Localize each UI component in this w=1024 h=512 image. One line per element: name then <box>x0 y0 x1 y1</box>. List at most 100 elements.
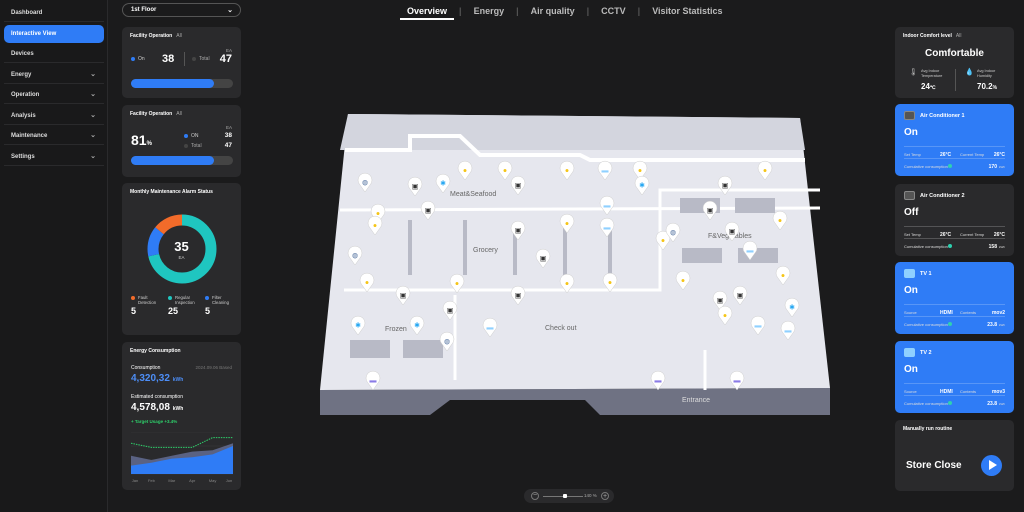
x-tick-label: May <box>209 478 217 483</box>
svg-text:✱: ✱ <box>639 182 645 190</box>
svg-text:▣: ▣ <box>717 298 724 305</box>
sidebar-item-devices[interactable]: Devices <box>4 45 104 63</box>
device-state: On <box>904 364 918 375</box>
filter-all[interactable]: All <box>956 33 962 39</box>
sidebar-item-operation[interactable]: Operation ⌄ <box>4 86 104 104</box>
svg-text:●: ● <box>781 273 785 280</box>
air-conditioner-icon <box>904 191 915 200</box>
floor-select[interactable]: 1st Floor ⌄ <box>122 3 241 17</box>
run-routine-button[interactable] <box>981 455 1002 476</box>
svg-text:◍: ◍ <box>362 180 368 187</box>
top-tabs: Overview | Energy | Air quality | CCTV | Vis… <box>400 6 740 20</box>
sidebar-item-analysis[interactable]: Analysis ⌄ <box>4 107 104 125</box>
tv-icon <box>904 348 915 357</box>
svg-text:✱: ✱ <box>355 322 361 330</box>
tab-overview[interactable]: Overview <box>400 6 455 20</box>
svg-text:●: ● <box>763 168 767 175</box>
svg-text:▣: ▣ <box>412 184 419 191</box>
zoom-in-button[interactable]: + <box>601 492 609 500</box>
progress-bar <box>131 79 233 88</box>
humidity-icon: 💧 <box>965 69 974 76</box>
svg-text:▣: ▣ <box>729 229 736 236</box>
svg-text:✱: ✱ <box>440 180 446 188</box>
svg-text:▣: ▣ <box>540 256 547 263</box>
zoom-control: − 140 % + <box>524 489 614 503</box>
facility-operation-percent-card: Facility Operation All EA 81% ON 38 Total… <box>122 105 241 177</box>
x-tick-label: Feb <box>148 478 156 483</box>
zone-checkout: Check out <box>545 325 577 332</box>
alarm-total: 35 <box>174 239 189 254</box>
zoom-slider[interactable] <box>543 493 583 498</box>
sidebar-item-interactive-view[interactable]: Interactive View <box>4 25 104 43</box>
alarm-value: 25 <box>168 306 179 316</box>
device-card-air-conditioner-2[interactable]: Air Conditioner 2 Off Set Temp 26°C Curren… <box>895 184 1014 256</box>
routine-name: Store Close <box>906 460 962 471</box>
zoom-out-button[interactable]: − <box>531 492 539 500</box>
device-card-tv-2[interactable]: TV 2 On Source HDMI Contents mov3 Cumulativ… <box>895 341 1014 413</box>
svg-text:✱: ✱ <box>789 304 795 312</box>
energy-area-chart: Jan Feb Mar Apr May Jun <box>131 432 233 483</box>
play-icon <box>989 460 997 470</box>
tab-air-quality[interactable]: Air quality <box>524 6 582 20</box>
device-state: On <box>904 127 918 138</box>
svg-text:●: ● <box>455 281 459 288</box>
sidebar-item-settings[interactable]: Settings ⌄ <box>4 148 104 166</box>
facility-operation-card: Facility Operation All EA On 38 Total 47 <box>122 27 241 98</box>
svg-text:▣: ▣ <box>515 183 522 190</box>
svg-text:▬: ▬ <box>602 168 609 175</box>
floor-select-value: 1st Floor <box>131 7 157 13</box>
svg-text:●: ● <box>463 168 467 175</box>
card-title: Manually run routine <box>903 426 953 432</box>
svg-text:▣: ▣ <box>400 293 407 300</box>
svg-text:▣: ▣ <box>515 228 522 235</box>
x-tick-label: Jun <box>226 478 232 483</box>
total-count: 47 <box>219 53 232 65</box>
svg-text:●: ● <box>723 313 727 320</box>
svg-text:●: ● <box>373 223 377 230</box>
tv-icon <box>904 269 915 278</box>
avg-humidity: 70.2 <box>977 82 993 91</box>
svg-text:▣: ▣ <box>447 308 454 315</box>
floor-map[interactable]: Meat&Seafood Grocery Frozen Check out F&… <box>300 90 860 430</box>
chevron-down-icon: ⌄ <box>90 153 96 160</box>
svg-text:◍: ◍ <box>352 253 358 260</box>
svg-text:●: ● <box>608 280 612 287</box>
svg-text:●: ● <box>661 238 665 245</box>
svg-text:▣: ▣ <box>707 208 714 215</box>
svg-text:▬: ▬ <box>604 203 611 210</box>
tab-visitor-statistics[interactable]: Visitor Statistics <box>645 6 729 20</box>
alarm-value: 5 <box>205 306 211 316</box>
tab-cctv[interactable]: CCTV <box>594 6 633 20</box>
on-dot <box>131 56 135 61</box>
svg-text:▬: ▬ <box>604 225 611 232</box>
svg-text:▣: ▣ <box>722 183 729 190</box>
device-state: On <box>904 285 918 296</box>
svg-text:●: ● <box>503 168 507 175</box>
svg-text:●: ● <box>365 280 369 287</box>
sidebar-item-energy[interactable]: Energy ⌄ <box>4 66 104 84</box>
chevron-down-icon: ⌄ <box>90 112 96 119</box>
filter-all[interactable]: All <box>176 33 182 39</box>
chevron-down-icon: ⌄ <box>90 91 96 98</box>
x-tick-label: Jan <box>132 478 138 483</box>
card-title: Energy Consumption <box>130 348 181 354</box>
device-card-air-conditioner-1[interactable]: Air Conditioner 1 On Set Temp 26°C Current… <box>895 104 1014 176</box>
alarm-legend-item: Regular Inspection 25 <box>168 295 195 316</box>
air-conditioner-icon <box>904 111 915 120</box>
sidebar: Dashboard Interactive View Devices Energy ⌄ O… <box>0 0 108 512</box>
svg-text:▬: ▬ <box>487 325 494 332</box>
device-state: Off <box>904 207 919 218</box>
card-title: Monthly Maintenance Alarm Status <box>130 189 213 195</box>
svg-text:▣: ▣ <box>737 293 744 300</box>
alarm-legend-item: Filter Cleaning 5 <box>205 295 229 316</box>
svg-text:▬: ▬ <box>785 328 792 335</box>
sidebar-item-dashboard[interactable]: Dashboard <box>4 4 104 22</box>
sidebar-item-maintenance[interactable]: Maintenance ⌄ <box>4 127 104 145</box>
tab-energy[interactable]: Energy <box>467 6 512 20</box>
filter-all[interactable]: All <box>176 111 182 117</box>
maintenance-alarm-card: Monthly Maintenance Alarm Status 35 EA F… <box>122 183 241 335</box>
card-title: Facility Operation All <box>130 33 182 39</box>
svg-text:▬: ▬ <box>755 323 762 330</box>
device-card-tv-1[interactable]: TV 1 On Source HDMI Contents mov2 Cumulativ… <box>895 262 1014 334</box>
energy-consumption-card: Energy Consumption Consumption 2024.09.0… <box>122 342 241 490</box>
